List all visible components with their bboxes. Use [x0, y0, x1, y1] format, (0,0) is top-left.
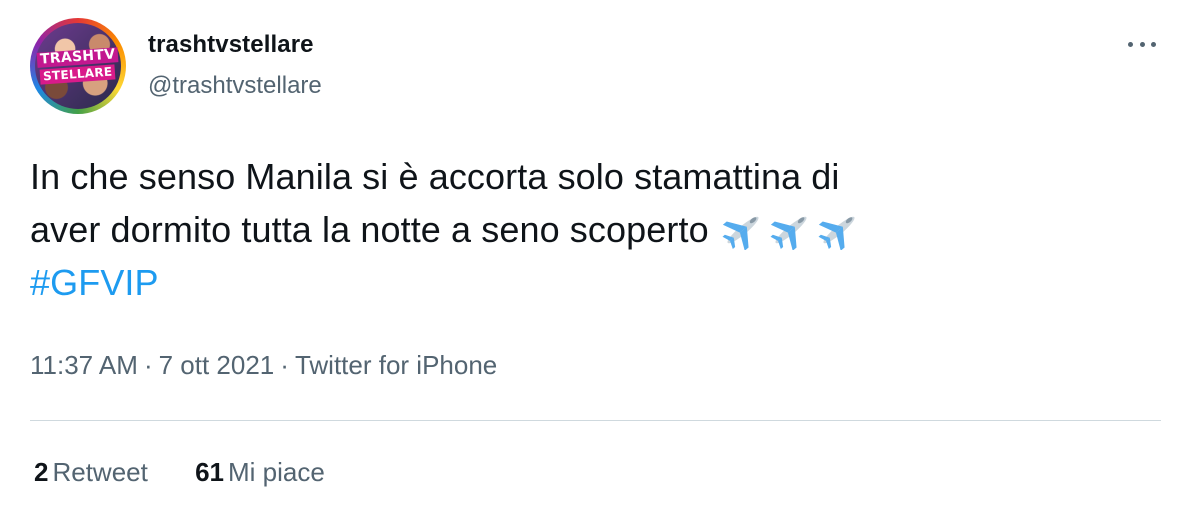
- tweet-meta: 11:37 AM · 7 ott 2021 · Twitter for iPhone: [30, 350, 497, 381]
- tweet-text-line: In che senso Manila si è accorta solo st…: [30, 156, 840, 197]
- tweet-card: TRASHTV STELLARE trashtvstellare @trasht…: [0, 0, 1191, 510]
- retweet-stat[interactable]: 2 Retweet: [34, 457, 148, 488]
- retweet-count: 2: [34, 457, 49, 487]
- tweet-stats: 2 Retweet 61 Mi piace: [34, 457, 325, 488]
- tweet-time[interactable]: 11:37 AM: [30, 350, 138, 380]
- avatar[interactable]: TRASHTV STELLARE: [30, 18, 126, 114]
- more-dot-icon: [1151, 41, 1156, 47]
- more-dot-icon: [1139, 41, 1145, 47]
- tweet-text-line: #GFVIP: [30, 256, 1160, 309]
- like-count: 61: [195, 457, 225, 487]
- avatar-image: TRASHTV STELLARE: [35, 23, 121, 109]
- tweet-text-segment: aver dormito tutta la notte a seno scope…: [30, 209, 709, 250]
- author-handle[interactable]: @trashtvstellare: [148, 72, 322, 100]
- airplane-icon: [770, 216, 807, 250]
- meta-separator: ·: [280, 350, 289, 380]
- tweet-source[interactable]: Twitter for iPhone: [295, 350, 497, 380]
- hashtag-link[interactable]: #GFVIP: [30, 262, 159, 303]
- avatar-logo-text: STELLARE: [39, 64, 117, 85]
- tweet-date[interactable]: 7 ott 2021: [159, 350, 275, 380]
- like-stat[interactable]: 61 Mi piace: [195, 457, 325, 488]
- like-label: Mi piace: [228, 457, 325, 487]
- more-options-button[interactable]: [1124, 34, 1160, 54]
- retweet-label: Retweet: [52, 457, 148, 487]
- tweet-text: In che senso Manila si è accorta solo st…: [30, 150, 1160, 309]
- more-dot-icon: [1128, 41, 1133, 47]
- divider: [30, 420, 1161, 421]
- airplane-icon: [818, 216, 855, 250]
- tweet-text-line: aver dormito tutta la notte a seno scope…: [30, 203, 1160, 256]
- airplane-icon: [722, 216, 759, 250]
- meta-separator: ·: [143, 350, 153, 380]
- author-display-name[interactable]: trashtvstellare: [148, 31, 314, 59]
